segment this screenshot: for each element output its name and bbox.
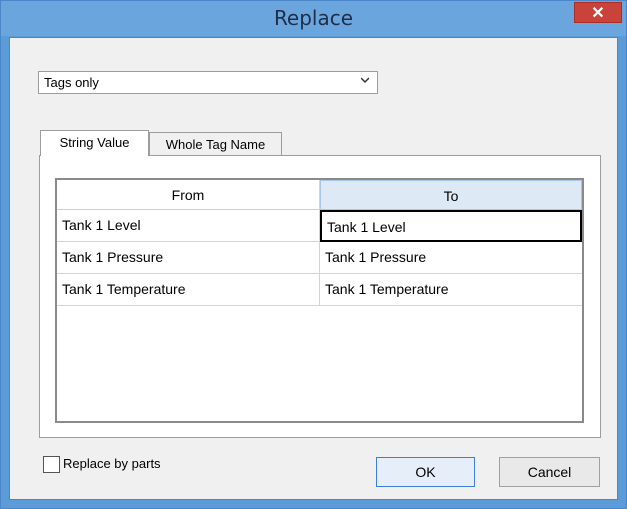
column-header-from[interactable]: From	[57, 180, 320, 210]
scope-dropdown-value: Tags only	[44, 75, 99, 90]
grid-cell-from[interactable]: Tank 1 Pressure	[57, 242, 320, 274]
scope-dropdown[interactable]: Tags only	[38, 71, 378, 94]
replace-grid[interactable]: From To Tank 1 Level Tank 1 Level Tank 1…	[55, 178, 584, 423]
tab-whole-tag-name[interactable]: Whole Tag Name	[149, 132, 282, 155]
string-value-panel: From To Tank 1 Level Tank 1 Level Tank 1…	[39, 155, 601, 438]
ok-button[interactable]: OK	[376, 457, 475, 487]
close-icon: ✕	[591, 5, 605, 22]
grid-cell-to[interactable]: Tank 1 Pressure	[320, 242, 582, 274]
grid-cell-from[interactable]: Tank 1 Level	[57, 210, 320, 242]
replace-by-parts-label[interactable]: Replace by parts	[63, 456, 161, 471]
cancel-button[interactable]: Cancel	[499, 457, 600, 487]
close-button[interactable]: ✕	[574, 2, 622, 23]
replace-dialog-window: Replace ✕ Tags only String Value Whole T…	[0, 0, 627, 509]
title-bar[interactable]: Replace ✕	[1, 1, 626, 36]
grid-cell-from[interactable]: Tank 1 Temperature	[57, 274, 320, 306]
replace-by-parts-checkbox[interactable]	[43, 456, 60, 473]
dialog-title: Replace	[273, 6, 354, 30]
tab-string-value[interactable]: String Value	[40, 130, 149, 156]
grid-cell-to[interactable]: Tank 1 Level	[320, 210, 582, 242]
dialog-body: Tags only String Value Whole Tag Name Fr…	[9, 37, 618, 500]
grid-cell-to[interactable]: Tank 1 Temperature	[320, 274, 582, 306]
chevron-down-icon	[361, 77, 369, 84]
column-header-to[interactable]: To	[320, 180, 582, 210]
